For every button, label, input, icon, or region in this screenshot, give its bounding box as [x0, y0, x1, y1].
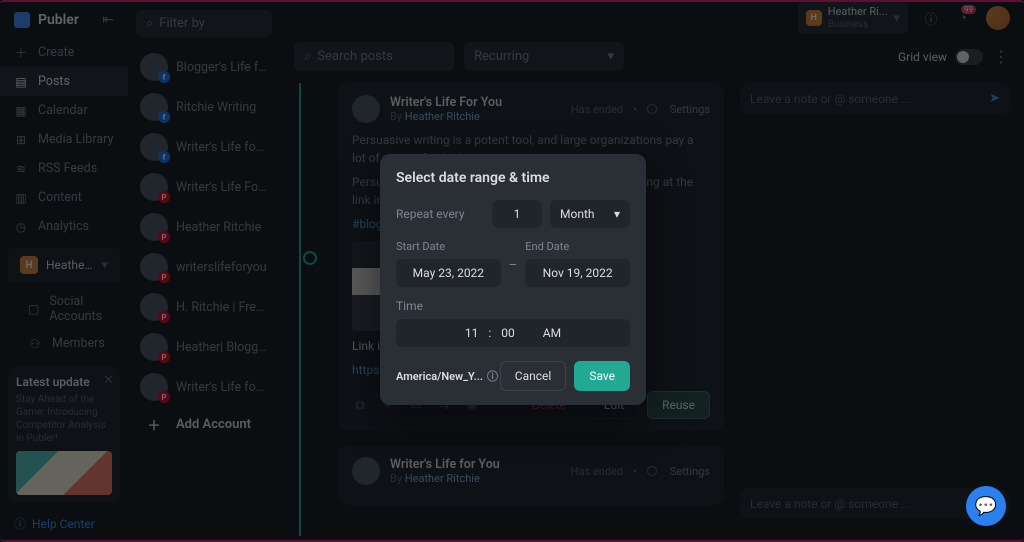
- cancel-button[interactable]: Cancel: [500, 361, 567, 391]
- modal-title: Select date range & time: [396, 170, 630, 186]
- info-icon: ⓘ: [487, 368, 498, 384]
- start-date-input[interactable]: May 23, 2022: [396, 259, 501, 287]
- repeat-value-input[interactable]: 1: [492, 200, 542, 228]
- repeat-label: Repeat every: [396, 207, 484, 221]
- start-date-label: Start Date: [396, 240, 501, 253]
- end-date-label: End Date: [525, 240, 630, 253]
- repeat-unit-select[interactable]: Month ▾: [550, 200, 630, 228]
- save-button[interactable]: Save: [574, 361, 630, 391]
- end-date-input[interactable]: Nov 19, 2022: [525, 259, 630, 287]
- timezone-label[interactable]: America/New_Y... ⓘ: [396, 368, 498, 384]
- time-label: Time: [396, 299, 630, 313]
- time-input[interactable]: 11 : 00 AM: [396, 319, 630, 347]
- chat-bubble-icon[interactable]: 💬: [966, 486, 1006, 526]
- date-range-modal: Select date range & time Repeat every 1 …: [380, 154, 646, 405]
- chevron-down-icon: ▾: [614, 207, 620, 221]
